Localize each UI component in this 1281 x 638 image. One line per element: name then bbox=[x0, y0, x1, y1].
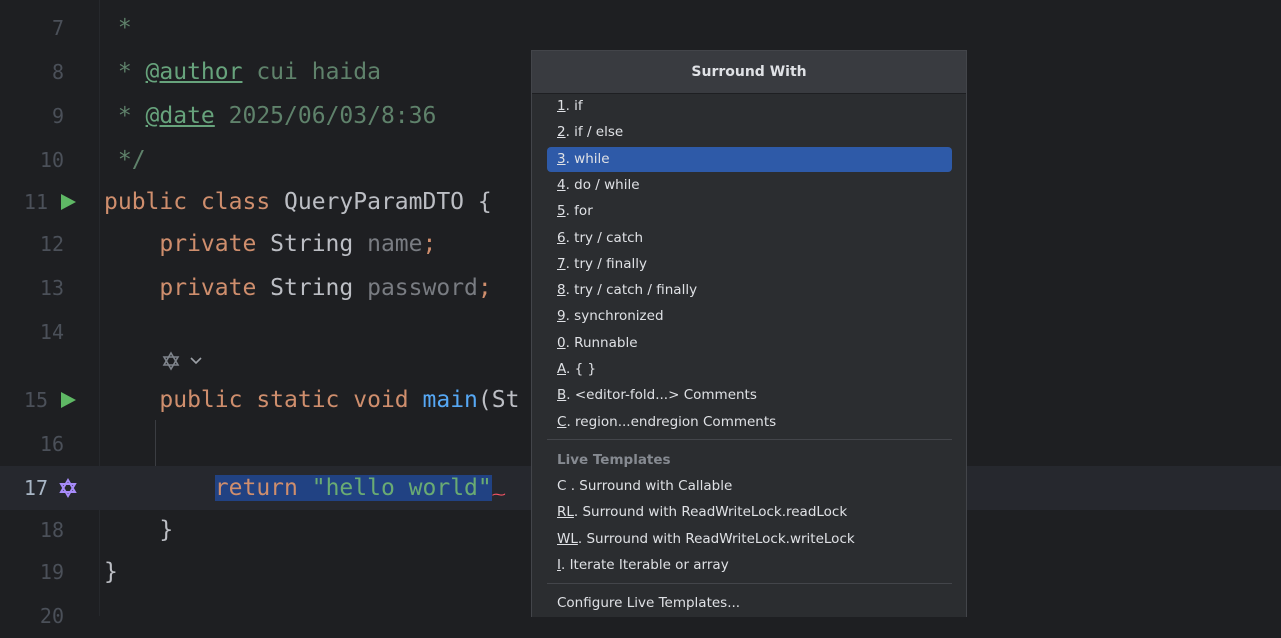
line-number: 18 bbox=[39, 518, 64, 542]
run-triangle-icon[interactable] bbox=[57, 191, 79, 213]
mnemonic: A bbox=[557, 361, 566, 377]
ai-assistant-icon[interactable] bbox=[57, 477, 79, 499]
code-text: * bbox=[104, 15, 132, 41]
live-template-item[interactable]: C . Surround with Callable bbox=[547, 474, 952, 499]
separator bbox=[547, 583, 952, 584]
mnemonic: 3 bbox=[557, 150, 566, 167]
surround-option-item[interactable]: 8. try / catch / finally bbox=[547, 278, 952, 303]
run-triangle-icon[interactable] bbox=[57, 389, 79, 411]
surround-option-item[interactable]: 1. if bbox=[547, 94, 952, 119]
mnemonic: 1 bbox=[557, 98, 566, 114]
line-number: 14 bbox=[39, 320, 64, 344]
code-text: */ bbox=[104, 147, 146, 173]
mnemonic: 6 bbox=[557, 229, 566, 246]
mnemonic: WL bbox=[557, 530, 578, 547]
line-number: 17 bbox=[23, 476, 48, 500]
inline-ai-hint[interactable] bbox=[160, 350, 204, 372]
line-number: 13 bbox=[39, 276, 64, 300]
mnemonic: RL bbox=[557, 504, 574, 521]
code-text: * @date 2025/06/03/8:36 bbox=[104, 103, 437, 129]
line-number: 16 bbox=[39, 432, 64, 456]
mnemonic: 2 bbox=[557, 124, 566, 141]
code-text: private String name; bbox=[104, 231, 437, 257]
code-text: * @author cui haida bbox=[104, 59, 381, 85]
surround-option-item[interactable]: 3. while bbox=[547, 146, 952, 172]
line-number: 10 bbox=[39, 148, 64, 172]
code-text: public static void main(St bbox=[104, 387, 520, 413]
mnemonic: 7 bbox=[557, 255, 566, 272]
code-text: public class QueryParamDTO { bbox=[104, 189, 492, 215]
surround-option-item[interactable]: 9. synchronized bbox=[547, 304, 952, 329]
code-text: private String password; bbox=[104, 275, 492, 301]
line-number: 9 bbox=[51, 104, 64, 128]
line-number: 20 bbox=[39, 604, 64, 628]
live-template-item[interactable]: WL. Surround with ReadWriteLock.writeLoc… bbox=[547, 527, 952, 552]
surround-option-item[interactable]: B. <editor-fold...> Comments bbox=[547, 383, 952, 408]
surround-with-popup: Surround With 1. if 2. if / else 3. while 4… bbox=[531, 50, 967, 617]
surround-option-item[interactable]: 4. do / while bbox=[547, 173, 952, 198]
line-number: 19 bbox=[39, 560, 64, 584]
chevron-down-icon bbox=[190, 357, 202, 365]
mnemonic: B bbox=[557, 387, 567, 404]
mnemonic: 0 bbox=[557, 334, 566, 351]
code-text: return "hello world"⁓ bbox=[214, 475, 506, 503]
mnemonic: 5 bbox=[557, 203, 566, 220]
configure-live-templates-item[interactable]: Configure Live Templates... bbox=[547, 591, 952, 616]
surround-option-item[interactable]: 6. try / catch bbox=[547, 226, 952, 251]
surround-option-item[interactable]: C. region...endregion Comments bbox=[547, 410, 952, 435]
surround-option-item[interactable]: 7. try / finally bbox=[547, 252, 952, 277]
line-number: 11 bbox=[23, 190, 48, 214]
surround-option-item[interactable]: A. { } bbox=[547, 357, 952, 382]
mnemonic: 8 bbox=[557, 282, 566, 299]
line-number: 15 bbox=[23, 388, 48, 412]
surround-option-item[interactable]: 2. if / else bbox=[547, 120, 952, 145]
mnemonic: 9 bbox=[557, 308, 566, 325]
surround-option-item[interactable]: 5. for bbox=[547, 199, 952, 224]
live-template-item[interactable]: I. Iterate Iterable or array bbox=[547, 553, 952, 578]
mnemonic: 4 bbox=[557, 176, 566, 193]
line-number: 7 bbox=[51, 16, 64, 40]
live-templates-label: Live Templates bbox=[557, 452, 671, 468]
separator bbox=[547, 439, 952, 440]
code-text: } bbox=[104, 559, 118, 585]
line-number: 12 bbox=[39, 232, 64, 256]
code-text: } bbox=[104, 517, 174, 543]
live-template-item[interactable]: RL. Surround with ReadWriteLock.readLock bbox=[547, 500, 952, 525]
line-number: 8 bbox=[51, 60, 64, 84]
error-squiggle: ⁓ bbox=[491, 487, 506, 503]
surround-option-item[interactable]: 0. Runnable bbox=[547, 331, 952, 356]
code-line[interactable]: 7 * bbox=[0, 6, 1281, 50]
popup-title: Surround With bbox=[532, 51, 966, 94]
